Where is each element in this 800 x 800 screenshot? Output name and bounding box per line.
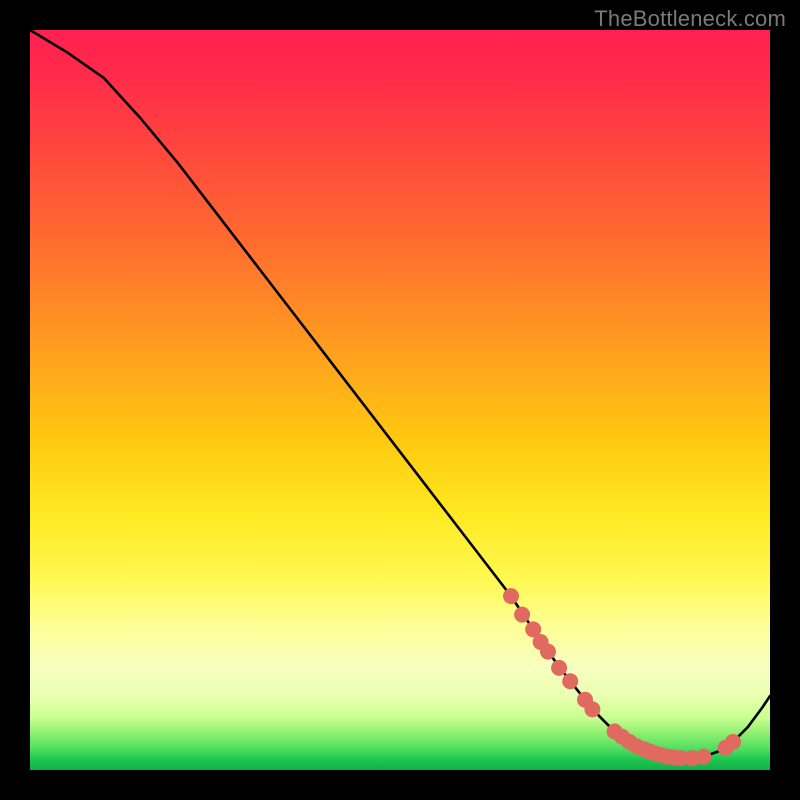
highlight-point bbox=[503, 588, 519, 604]
watermark-text: TheBottleneck.com bbox=[594, 6, 786, 32]
bottleneck-curve bbox=[30, 30, 770, 758]
plot-area bbox=[30, 30, 770, 770]
highlight-point bbox=[551, 660, 567, 676]
highlight-point bbox=[540, 644, 556, 660]
highlight-points bbox=[503, 588, 741, 766]
highlight-point bbox=[584, 701, 600, 717]
chart-stage: TheBottleneck.com bbox=[0, 0, 800, 800]
highlight-point bbox=[695, 749, 711, 765]
highlight-point bbox=[562, 673, 578, 689]
highlight-point bbox=[514, 607, 530, 623]
chart-svg bbox=[30, 30, 770, 770]
highlight-point bbox=[725, 734, 741, 750]
